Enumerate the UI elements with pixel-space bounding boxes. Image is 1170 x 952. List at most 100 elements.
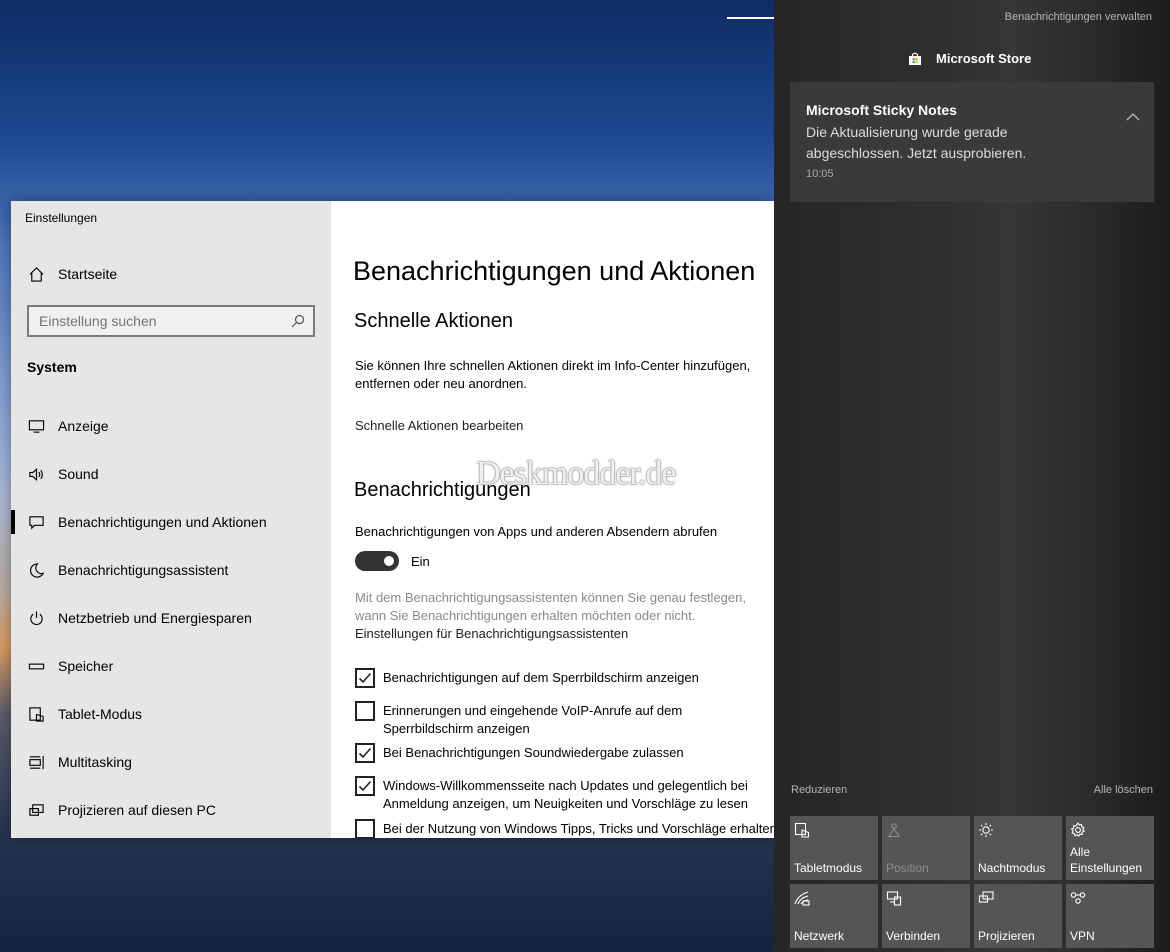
checkbox-label: Benachrichtigungen auf dem Sperrbildschi… <box>383 670 699 685</box>
search-input[interactable] <box>29 313 279 329</box>
tablet-mode-icon <box>794 822 810 838</box>
tile-label: Projizieren <box>978 929 1035 943</box>
label-line: Sperrbildschirm anzeigen <box>383 721 530 736</box>
notifications-toggle[interactable] <box>355 551 399 571</box>
checkmark-icon <box>358 672 372 684</box>
checkbox-label: Windows-Willkommensseite nach Updates un… <box>383 777 748 813</box>
group-title: Microsoft Store <box>936 51 1032 66</box>
description-line: wann Sie Benachrichtigungen erhalten möc… <box>355 608 696 623</box>
notification-body: Die Aktualisierung wurde gerade abgeschl… <box>806 124 1027 161</box>
checkbox-label: Bei der Nutzung von Windows Tipps, Trick… <box>383 821 774 836</box>
window-title: Einstellungen <box>25 211 98 225</box>
sidebar-item-multitasking[interactable]: Multitasking <box>11 742 331 782</box>
connect-icon <box>886 890 902 906</box>
tile-connect[interactable]: Verbinden <box>882 884 970 948</box>
tile-project[interactable]: Projizieren <box>974 884 1062 948</box>
description-line: entfernen oder neu anordnen. <box>355 376 528 391</box>
network-icon <box>794 890 810 906</box>
moon-icon <box>27 561 45 579</box>
tile-night-light[interactable]: Nachtmodus <box>974 816 1062 880</box>
checkmark-icon <box>358 747 372 759</box>
edit-quick-actions-link[interactable]: Schnelle Aktionen bearbeiten <box>355 418 523 433</box>
sidebar-item-label: Benachrichtigungsassistent <box>58 562 229 578</box>
sidebar-item-label: Anzeige <box>58 418 109 434</box>
description-line: Sie können Ihre schnellen Aktionen direk… <box>355 358 751 373</box>
gear-icon <box>1070 822 1086 838</box>
checkbox-label: Erinnerungen und eingehende VoIP-Anrufe … <box>383 702 682 738</box>
sidebar-item-label: Projizieren auf diesen PC <box>58 802 216 818</box>
tile-all-settings[interactable]: Alle Einstellungen <box>1066 816 1154 880</box>
sidebar-item-anzeige[interactable]: Anzeige <box>11 406 331 446</box>
checkbox-label: Bei Benachrichtigungen Soundwiedergabe z… <box>383 745 684 760</box>
tile-label: Tabletmodus <box>794 861 863 875</box>
tile-location[interactable]: Position <box>882 816 970 880</box>
action-center: Benachrichtigungen verwalten Microsoft S… <box>774 0 1170 952</box>
checkbox[interactable] <box>355 743 375 763</box>
tile-network[interactable]: Netzwerk <box>790 884 878 948</box>
sidebar-item-label: Startseite <box>58 266 118 282</box>
settings-content: Benachrichtigungen und Aktionen Schnelle… <box>331 201 774 838</box>
checkbox[interactable] <box>355 776 375 796</box>
notification-title: Microsoft Sticky Notes <box>806 102 957 118</box>
sidebar-item-notifications[interactable]: Benachrichtigungen und Aktionen <box>11 502 331 542</box>
description-line: Mit dem Benachrichtigungsassistenten kön… <box>355 590 746 605</box>
sidebar-item-label: Multitasking <box>58 754 132 770</box>
sidebar-item-label: Speicher <box>58 658 114 674</box>
label-line: Erinnerungen und eingehende VoIP-Anrufe … <box>383 703 683 718</box>
checkbox[interactable] <box>355 701 375 721</box>
toggle-knob <box>384 556 394 566</box>
watermark-logo: Deskmodder.de <box>476 455 676 492</box>
sidebar-item-label: Tablet-Modus <box>58 706 143 722</box>
quick-actions-description: Sie können Ihre schnellen Aktionen direk… <box>355 357 750 393</box>
store-bag-icon <box>909 52 921 65</box>
sidebar-item-power[interactable]: Netzbetrieb und Energiesparen <box>11 598 331 638</box>
sidebar-item-storage[interactable]: Speicher <box>11 646 331 686</box>
tile-label: Alle Einstellungen <box>1070 845 1143 875</box>
project-icon <box>27 801 45 819</box>
tile-tablet-mode[interactable]: Tabletmodus <box>790 816 878 880</box>
chevron-up-icon[interactable] <box>1126 112 1140 122</box>
toggle-state-label: Ein <box>411 554 430 569</box>
notification-group-header: Microsoft Store <box>908 51 1031 66</box>
checkbox[interactable] <box>355 668 375 688</box>
sidebar-item-sound[interactable]: Sound <box>11 454 331 494</box>
tile-label: Nachtmodus <box>978 861 1046 875</box>
quick-actions-heading: Schnelle Aktionen <box>354 310 514 332</box>
checkbox[interactable] <box>355 819 375 838</box>
settings-search[interactable] <box>27 305 315 337</box>
clear-all-button[interactable]: Alle löschen <box>1094 784 1153 796</box>
settings-window: Einstellungen Startseite System Anzeige <box>11 201 774 838</box>
sidebar-item-home[interactable]: Startseite <box>11 259 331 289</box>
checkmark-icon <box>358 780 372 792</box>
multitasking-icon <box>27 753 45 771</box>
tile-label: Netzwerk <box>794 929 845 943</box>
home-icon <box>27 265 45 283</box>
night-light-icon <box>978 822 994 838</box>
notification-card[interactable]: Microsoft Sticky Notes Die Aktualisierun… <box>790 82 1154 202</box>
sidebar-item-tablet-mode[interactable]: Tablet-Modus <box>11 694 331 734</box>
storage-icon <box>27 657 45 675</box>
notification-time: 10:05 <box>806 168 834 180</box>
collapse-button[interactable]: Reduzieren <box>791 784 847 796</box>
section-heading: System <box>27 359 77 375</box>
label-line: Windows-Willkommensseite nach Updates un… <box>383 778 748 793</box>
sidebar-item-project[interactable]: Projizieren auf diesen PC <box>11 790 331 830</box>
power-icon <box>27 609 45 627</box>
tile-label: Position <box>886 861 929 875</box>
focus-assist-description: Mit dem Benachrichtigungsassistenten kön… <box>355 589 746 625</box>
tablet-mode-icon <box>27 705 45 723</box>
notification-icon <box>27 513 45 531</box>
tile-vpn[interactable]: VPN <box>1066 884 1154 948</box>
sidebar-item-label: Netzbetrieb und Energiesparen <box>58 610 252 626</box>
manage-notifications-link[interactable]: Benachrichtigungen verwalten <box>1005 11 1152 23</box>
sidebar-item-label: Sound <box>58 466 99 482</box>
location-icon <box>886 822 902 838</box>
search-icon[interactable] <box>291 314 305 328</box>
vpn-icon <box>1070 890 1086 906</box>
monitor-icon <box>27 417 45 435</box>
label-line: Anmeldung anzeigen, um Neuigkeiten und V… <box>383 796 748 811</box>
sidebar-item-focus-assist[interactable]: Benachrichtigungsassistent <box>11 550 331 590</box>
tile-label: VPN <box>1070 929 1095 943</box>
focus-assist-settings-link[interactable]: Einstellungen für Benachrichtigungsassis… <box>355 626 628 641</box>
settings-sidebar: Einstellungen Startseite System Anzeige <box>11 201 331 838</box>
